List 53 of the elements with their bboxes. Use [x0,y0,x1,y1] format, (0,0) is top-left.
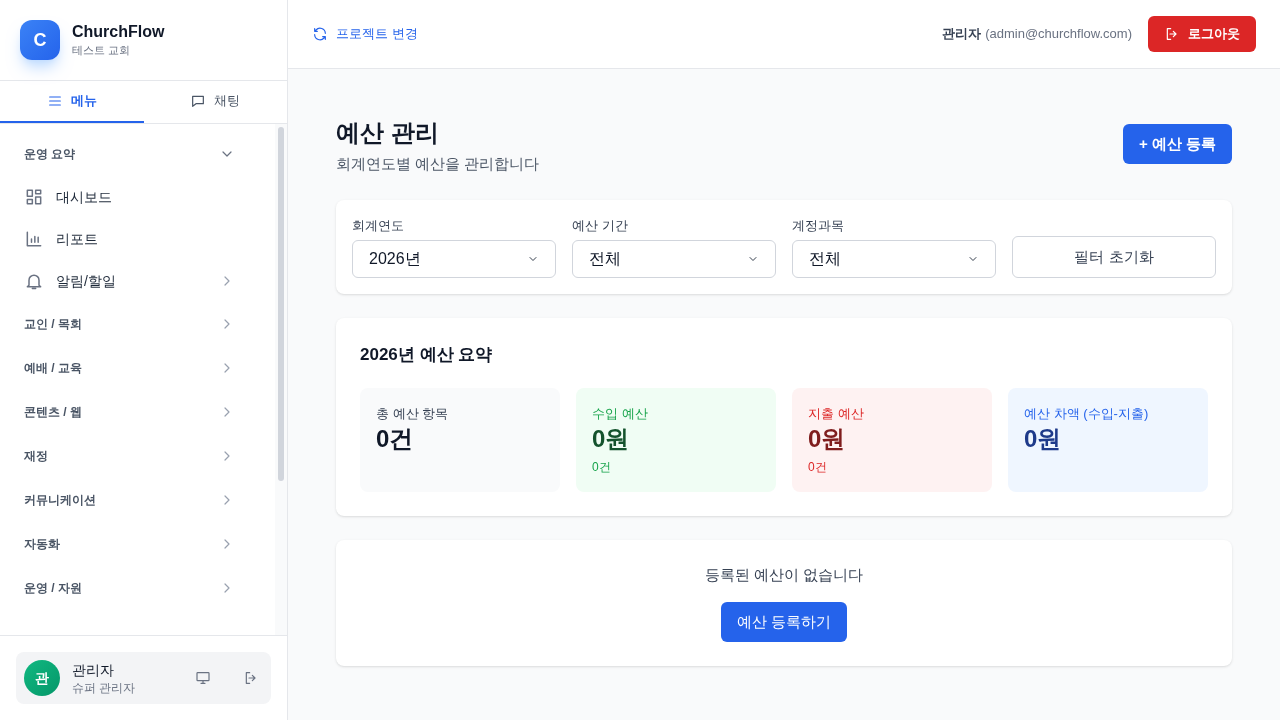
stat-count: 0건 [592,459,612,475]
stat-count: 0건 [808,459,828,475]
logo: C [20,20,60,60]
filter-dropdown[interactable]: 2026년 [352,240,556,278]
menu-section[interactable]: 콘텐츠 / 웹 [8,390,251,434]
stat-label: 지출 예산 [808,404,865,423]
chat-bubble-icon [190,93,207,109]
user-name: 관리자 [942,25,982,44]
stat-label: 총 예산 항목 [376,404,450,423]
menu-section[interactable]: 교인 / 목회 [8,302,251,346]
stat-label: 예산 차액 (수입-지출) [1024,404,1150,423]
menu-section[interactable]: 예배 / 교육 [8,346,251,390]
avatar: 관 [24,660,60,696]
logout-button[interactable]: 로그아웃 [1148,16,1256,52]
menu-section[interactable]: 커뮤니케이션 [8,478,251,522]
menu-section[interactable]: 운영 / 자원 [8,566,251,610]
stat-value: 0원 [1024,424,1063,454]
menu-icon [46,93,63,109]
stat-value: 0원 [808,424,847,454]
menu-section[interactable]: 자동화 [8,522,251,566]
refresh-icon [312,26,328,42]
menu-item[interactable]: 리포트 [8,218,251,260]
menu-section[interactable]: 재정 [8,434,251,478]
summary-title: 2026년 예산 요약 [360,344,494,366]
add-budget-button[interactable]: + 예산 등록 [1122,124,1232,164]
bar-chart-icon [24,229,44,249]
filter-dropdown[interactable]: 전체 [792,240,996,278]
filter-dropdown[interactable]: 전체 [572,240,776,278]
menu-section[interactable]: 운영 요약 [8,132,251,176]
empty-message: 등록된 예산이 없습니다 [704,564,864,585]
church-name: 테스트 교회 [72,42,132,58]
scrollbar-thumb[interactable] [278,127,284,481]
filter-label: 계정과목 [792,216,845,235]
add-budget-button[interactable]: 예산 등록하기 [720,602,848,642]
stat-value: 0건 [376,424,415,454]
filter-label: 회계연도 [352,216,405,235]
page-title: 예산 관리 [336,118,440,148]
monitor-icon [195,670,211,686]
user-role: 슈퍼 관리자 [72,680,137,696]
stat-label: 수입 예산 [592,404,649,423]
menu-item[interactable]: 대시보드 [8,176,251,218]
user-name: 관리자 [72,661,115,680]
menu-item[interactable]: 알림/할일 [8,260,251,302]
sidebar-tab[interactable]: 채팅 [143,81,287,123]
grid-icon [24,187,44,207]
filter-label: 예산 기간 [572,216,629,235]
sidebar-tab[interactable]: 메뉴 [0,81,144,123]
reset-filter-button[interactable]: 필터 초기화 [1012,236,1216,278]
switch-project-link[interactable]: 프로젝트 변경 [312,24,418,44]
app-name: ChurchFlow [72,21,165,42]
user-email: (admin@churchflow.com) [985,25,1132,44]
page-subtitle: 회계연도별 예산을 관리합니다 [336,154,540,174]
stat-value: 0원 [592,424,631,454]
